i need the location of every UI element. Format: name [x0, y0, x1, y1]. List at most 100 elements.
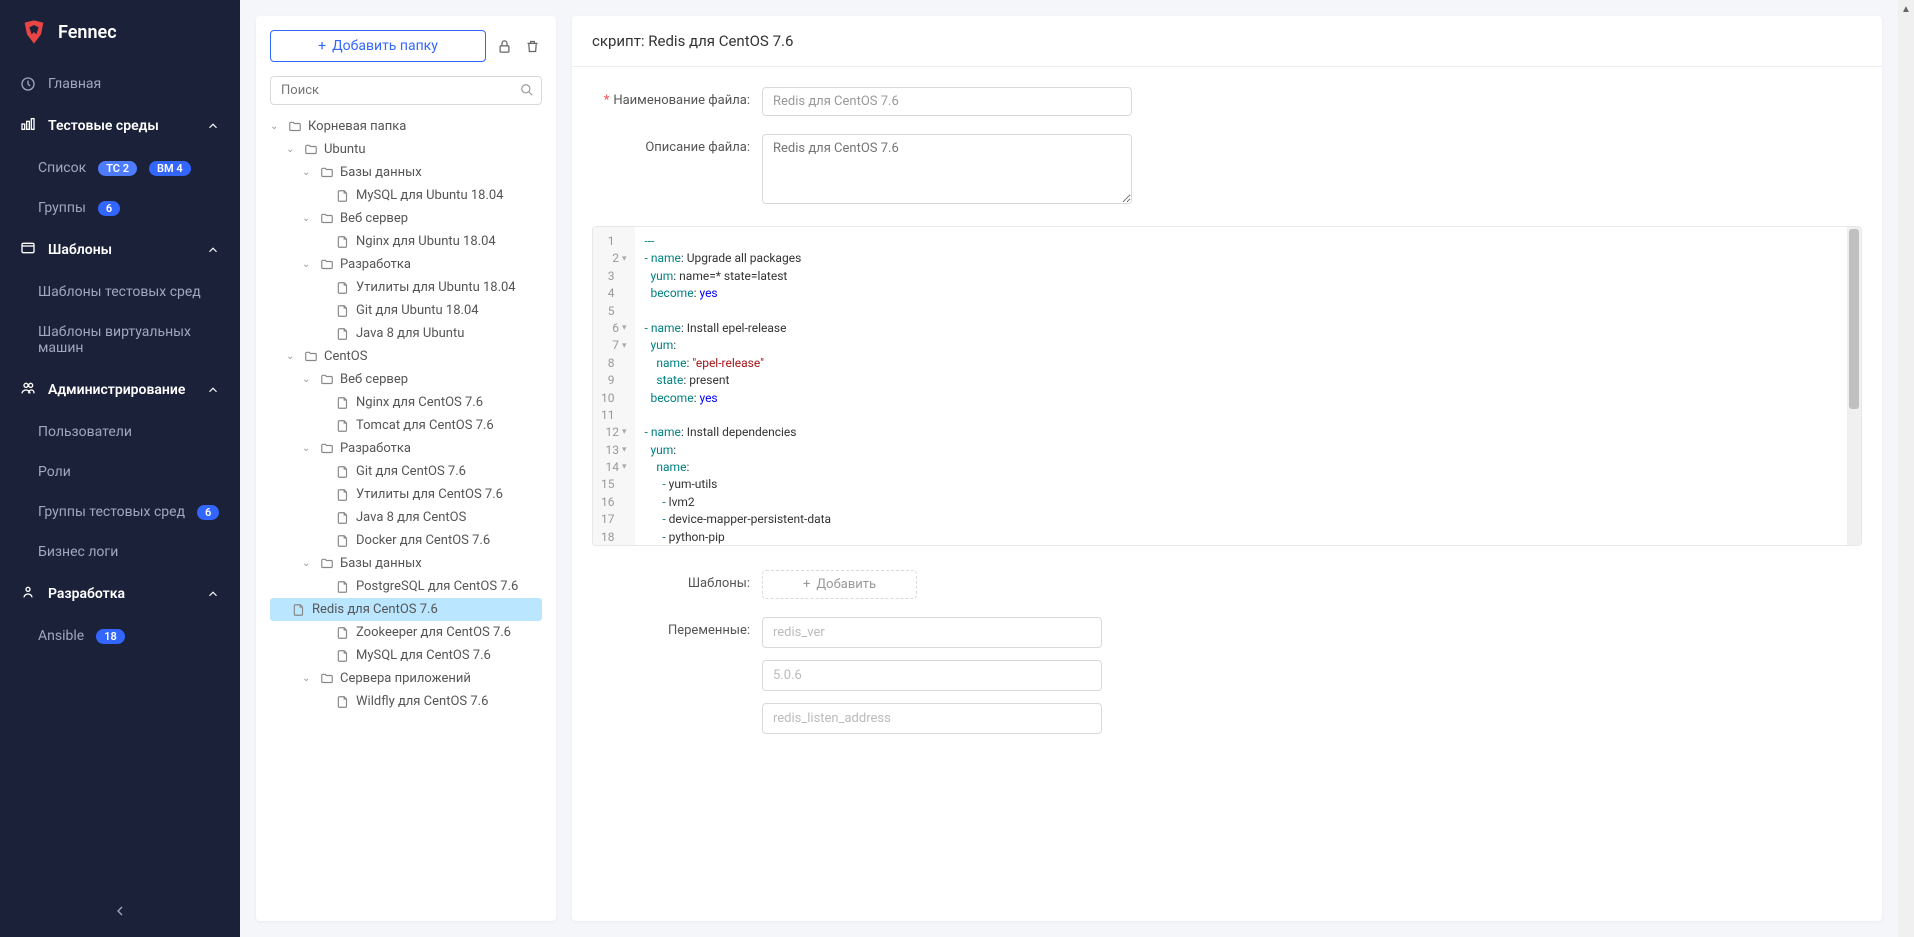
tree-file[interactable]: Wildfly для CentOS 7.6	[270, 690, 542, 713]
delete-icon[interactable]	[522, 36, 542, 56]
tree-file[interactable]: Tomcat для CentOS 7.6	[270, 414, 542, 437]
add-folder-button[interactable]: + Добавить папку	[270, 30, 486, 62]
caret-icon: ⌄	[286, 144, 298, 155]
tree-file[interactable]: Zookeeper для CentOS 7.6	[270, 621, 542, 644]
file-icon	[336, 695, 350, 709]
sidebar: Fennec Главная Тестовые средыСписок ТС 2…	[0, 0, 240, 937]
tree-folder[interactable]: ⌄Разработка	[270, 253, 542, 276]
folder-icon	[320, 442, 334, 456]
tree-file[interactable]: Nginx для Ubuntu 18.04	[270, 230, 542, 253]
clock-icon	[20, 76, 36, 92]
chevron-up-icon	[206, 243, 220, 257]
add-template-button[interactable]: +Добавить	[762, 570, 917, 599]
nav-item[interactable]: Ansible 18	[0, 616, 240, 656]
tree-folder[interactable]: ⌄Веб сервер	[270, 207, 542, 230]
folder-icon	[320, 258, 334, 272]
tree-file[interactable]: Утилиты для Ubuntu 18.04	[270, 276, 542, 299]
file-icon	[336, 511, 350, 525]
app-logo[interactable]: Fennec	[0, 0, 240, 64]
tree-file[interactable]: MySQL для Ubuntu 18.04	[270, 184, 542, 207]
nav-home[interactable]: Главная	[0, 64, 240, 104]
editor-scrollbar[interactable]	[1847, 227, 1861, 545]
caret-icon: ⌄	[302, 558, 314, 569]
count-badge: ВМ 4	[149, 161, 191, 176]
file-icon	[336, 327, 350, 341]
description-input[interactable]	[762, 134, 1132, 204]
search-icon	[520, 83, 534, 101]
nav-section[interactable]: Администрирование	[0, 368, 240, 412]
plus-icon: +	[803, 577, 810, 592]
tree-folder[interactable]: ⌄Базы данных	[270, 161, 542, 184]
count-badge: 18	[96, 629, 125, 644]
section-icon	[20, 240, 36, 260]
file-tree: ⌄Корневая папка⌄Ubuntu⌄Базы данныхMySQL …	[256, 115, 556, 921]
file-icon	[336, 396, 350, 410]
tree-search-input[interactable]	[270, 76, 542, 105]
folder-icon	[320, 166, 334, 180]
nav-item[interactable]: Группы 6	[0, 188, 240, 228]
tree-panel: + Добавить папку ⌄Корневая папка⌄Ubuntu⌄…	[256, 16, 556, 921]
lock-icon[interactable]	[494, 36, 514, 56]
variable-input[interactable]	[762, 660, 1102, 691]
nav-item[interactable]: Роли	[0, 452, 240, 492]
tree-file[interactable]: PostgreSQL для CentOS 7.6	[270, 575, 542, 598]
folder-icon	[320, 373, 334, 387]
tree-file[interactable]: Java 8 для Ubuntu	[270, 322, 542, 345]
main: + Добавить папку ⌄Корневая папка⌄Ubuntu⌄…	[240, 0, 1898, 937]
tree-folder[interactable]: ⌄Веб сервер	[270, 368, 542, 391]
filename-input[interactable]	[762, 87, 1132, 116]
content-title: скрипт: Redis для CentOS 7.6	[572, 16, 1882, 67]
caret-icon: ⌄	[302, 167, 314, 178]
tree-folder[interactable]: ⌄Сервера приложений	[270, 667, 542, 690]
nav-item[interactable]: Список ТС 2 ВМ 4	[0, 148, 240, 188]
nav-section[interactable]: Тестовые среды	[0, 104, 240, 148]
nav-section[interactable]: Шаблоны	[0, 228, 240, 272]
tree-file[interactable]: Git для CentOS 7.6	[270, 460, 542, 483]
nav: Главная Тестовые средыСписок ТС 2 ВМ 4Гр…	[0, 64, 240, 889]
file-icon	[336, 189, 350, 203]
tree-folder[interactable]: ⌄Ubuntu	[270, 138, 542, 161]
chevron-up-icon	[206, 383, 220, 397]
scroll-up-icon[interactable]: ▲	[1899, 2, 1913, 17]
tree-folder[interactable]: ⌄CentOS	[270, 345, 542, 368]
tree-file[interactable]: Утилиты для CentOS 7.6	[270, 483, 542, 506]
caret-icon: ⌄	[302, 213, 314, 224]
file-icon	[336, 235, 350, 249]
variable-input[interactable]	[762, 617, 1102, 648]
count-badge: 6	[197, 505, 219, 520]
file-icon	[336, 534, 350, 548]
tree-file[interactable]: Java 8 для CentOS	[270, 506, 542, 529]
chevron-up-icon	[206, 119, 220, 133]
variable-input[interactable]	[762, 703, 1102, 734]
tree-file[interactable]: MySQL для CentOS 7.6	[270, 644, 542, 667]
sidebar-collapse[interactable]	[0, 889, 240, 937]
nav-section[interactable]: Разработка	[0, 572, 240, 616]
tree-file[interactable]: Docker для CentOS 7.6	[270, 529, 542, 552]
file-icon	[336, 580, 350, 594]
tree-file[interactable]: Redis для CentOS 7.6	[270, 598, 542, 621]
tree-folder[interactable]: ⌄Корневая папка	[270, 115, 542, 138]
caret-icon: ⌄	[270, 121, 282, 132]
nav-item[interactable]: Группы тестовых сред 6	[0, 492, 240, 532]
caret-icon: ⌄	[286, 351, 298, 362]
file-icon	[336, 626, 350, 640]
chevron-left-icon	[112, 903, 128, 919]
tree-file[interactable]: Nginx для CentOS 7.6	[270, 391, 542, 414]
folder-icon	[288, 120, 302, 134]
tree-file[interactable]: Git для Ubuntu 18.04	[270, 299, 542, 322]
nav-item[interactable]: Бизнес логи	[0, 532, 240, 572]
nav-item[interactable]: Шаблоны виртуальных машин	[0, 312, 240, 368]
chevron-up-icon	[206, 587, 220, 601]
nav-item[interactable]: Шаблоны тестовых сред	[0, 272, 240, 312]
nav-item[interactable]: Пользователи	[0, 412, 240, 452]
file-icon	[336, 419, 350, 433]
page-scrollbar[interactable]: ▲	[1898, 0, 1914, 937]
tree-folder[interactable]: ⌄Базы данных	[270, 552, 542, 575]
content-panel: скрипт: Redis для CentOS 7.6 *Наименован…	[572, 16, 1882, 921]
file-icon	[336, 488, 350, 502]
code-editor[interactable]: 12▾3456▾7▾89101112▾13▾14▾151617181920212…	[592, 226, 1862, 546]
fennec-logo-icon	[20, 18, 48, 46]
tree-folder[interactable]: ⌄Разработка	[270, 437, 542, 460]
count-badge: 6	[98, 201, 120, 216]
folder-icon	[320, 672, 334, 686]
